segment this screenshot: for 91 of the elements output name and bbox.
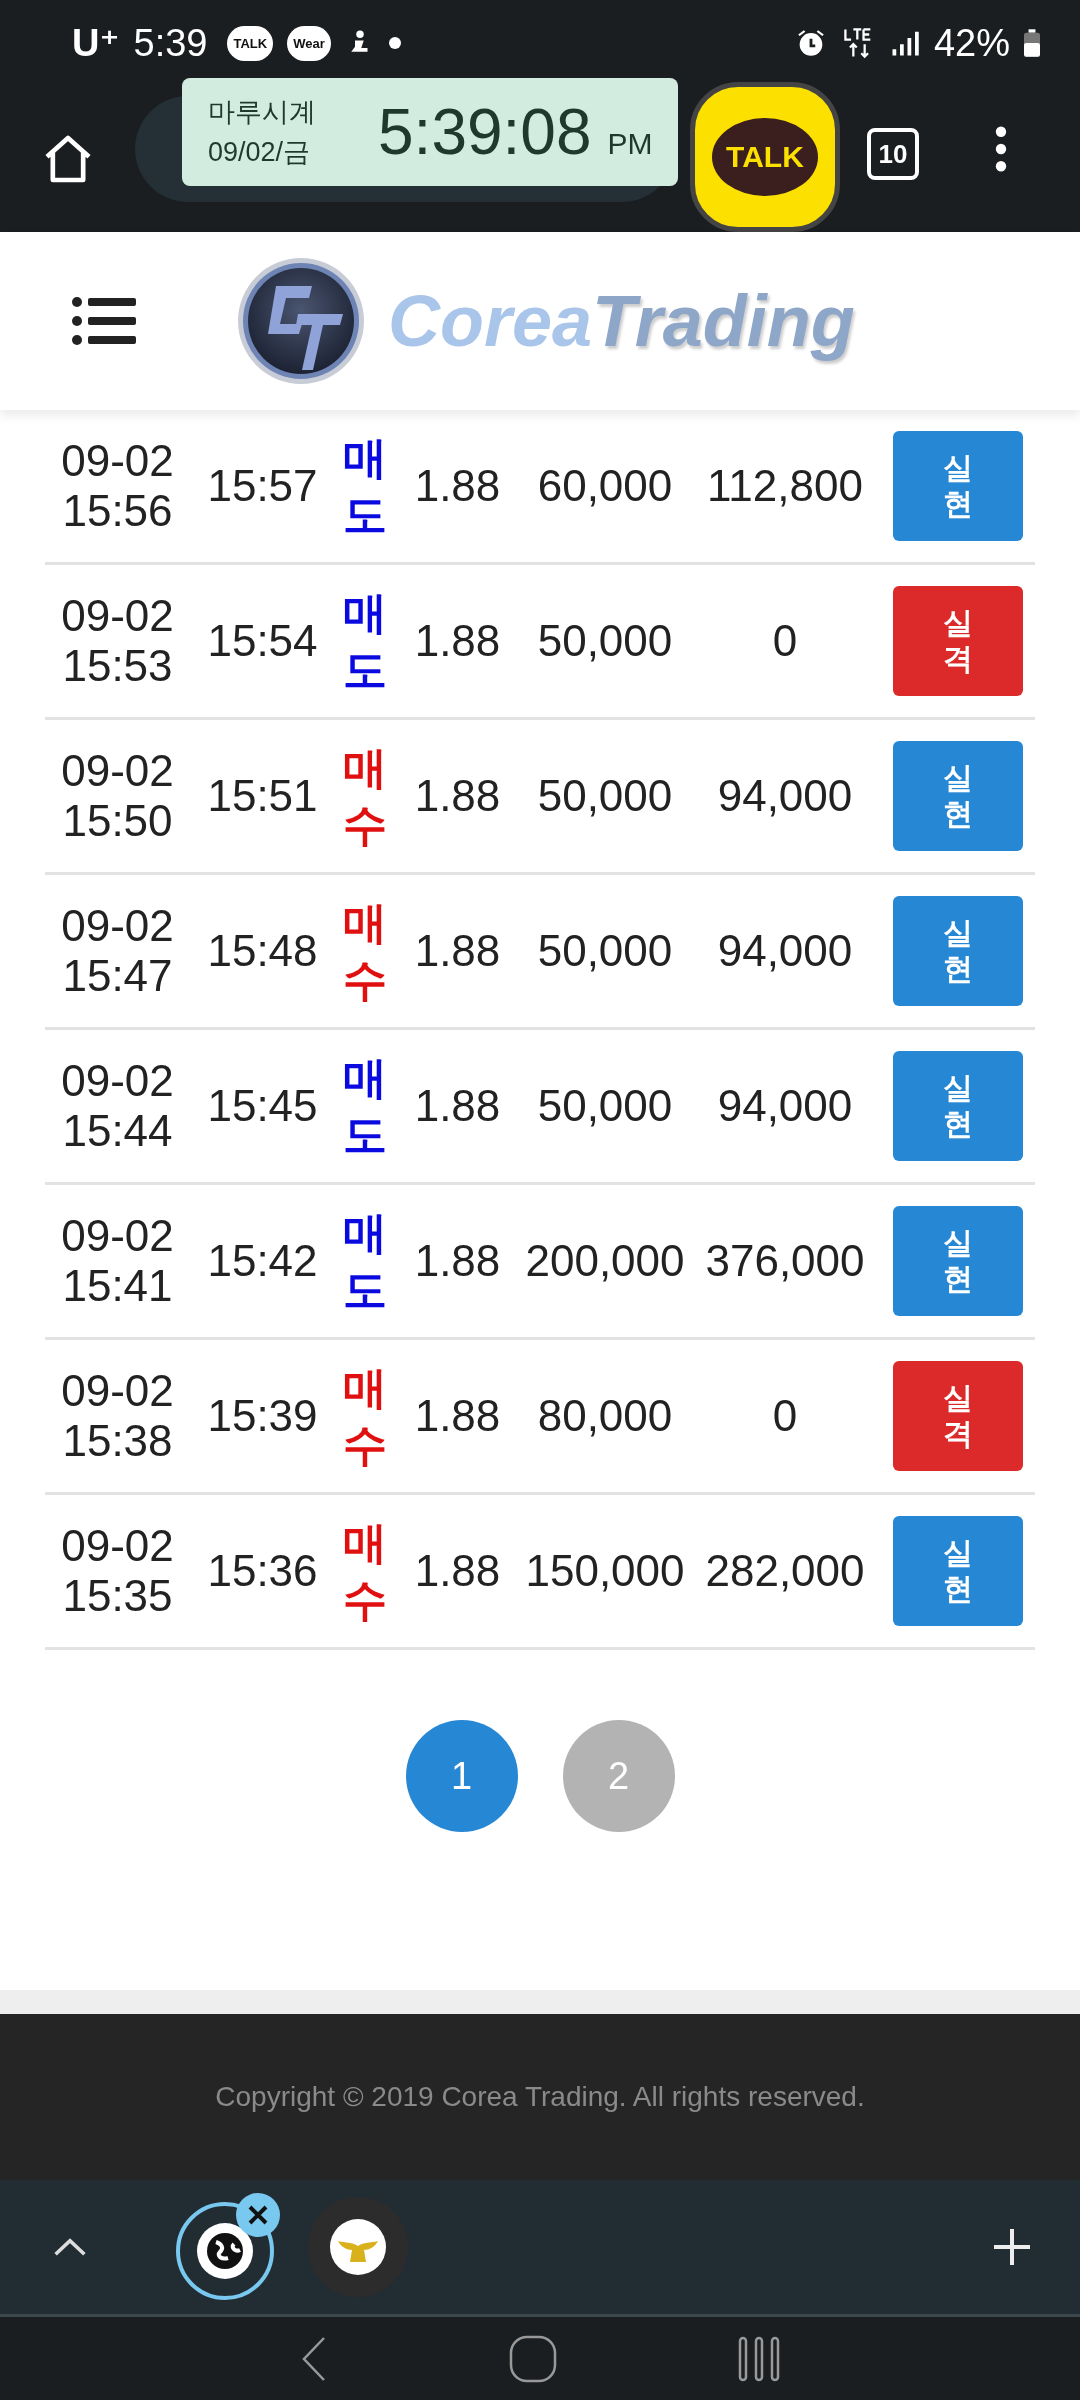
rate: 1.88 — [414, 616, 501, 666]
start-date: 09-02 — [61, 437, 174, 484]
rate: 1.88 — [414, 461, 501, 511]
payout-amount: 94,000 — [717, 926, 853, 976]
logo-wordmark-second: Trading — [592, 280, 855, 362]
clock-date: 09/02/금 — [208, 136, 312, 169]
end-time: 15:39 — [207, 1391, 318, 1441]
eagle-bubble-icon[interactable] — [306, 2195, 410, 2299]
rate: 1.88 — [414, 926, 501, 976]
trade-side: 매수 — [343, 1516, 387, 1626]
start-date: 09-02 — [61, 1522, 174, 1569]
logo-wordmark-first: Corea — [388, 280, 593, 362]
clock-period: PM — [607, 127, 653, 161]
status-time: 5:39 — [133, 21, 208, 65]
chat-bubble-button[interactable]: TALK — [690, 82, 840, 232]
logo-emblem[interactable] — [236, 256, 366, 386]
bet-amount: 50,000 — [537, 926, 673, 976]
bet-amount: 50,000 — [537, 616, 673, 666]
rate: 1.88 — [414, 1236, 501, 1286]
result-button[interactable]: 실현 — [893, 1206, 1023, 1316]
recents-icon[interactable] — [736, 2335, 781, 2382]
start-time: 15:35 — [62, 1573, 173, 1620]
tab-count-button[interactable]: 10 — [867, 128, 919, 180]
trade-side: 매도 — [343, 1051, 387, 1161]
trade-side: 매수 — [343, 896, 387, 1006]
rate: 1.88 — [414, 771, 501, 821]
trade-side: 매도 — [343, 586, 387, 696]
bet-amount: 150,000 — [525, 1546, 685, 1596]
result-button[interactable]: 실현 — [893, 1516, 1023, 1626]
payout-amount: 0 — [772, 616, 798, 666]
payout-amount: 94,000 — [717, 1081, 853, 1131]
end-time: 15:42 — [207, 1236, 318, 1286]
start-time: 15:53 — [62, 643, 173, 690]
page-button[interactable]: 1 — [405, 1720, 518, 1832]
end-time: 15:36 — [207, 1546, 318, 1596]
clock-app-name: 마루시계 — [208, 96, 317, 129]
end-time: 15:54 — [207, 616, 318, 666]
bet-amount: 60,000 — [537, 461, 673, 511]
rate: 1.88 — [414, 1391, 501, 1441]
start-date: 09-02 — [61, 592, 174, 639]
more-menu-icon[interactable] — [994, 126, 1008, 172]
bet-amount: 200,000 — [525, 1236, 685, 1286]
dot-icon — [388, 37, 401, 49]
end-time: 15:48 — [207, 926, 318, 976]
plus-icon[interactable] — [992, 2227, 1032, 2267]
battery-icon — [1024, 29, 1040, 57]
clock-time: 5:39:08 — [378, 95, 592, 169]
trade-side: 매도 — [343, 1206, 387, 1316]
start-date: 09-02 — [61, 747, 174, 794]
end-time: 15:51 — [207, 771, 318, 821]
battery-percent: 42% — [933, 21, 1010, 65]
result-button[interactable]: 실격 — [893, 1361, 1023, 1471]
bet-amount: 80,000 — [537, 1391, 673, 1441]
payout-amount: 112,800 — [707, 461, 863, 511]
payout-amount: 282,000 — [705, 1546, 865, 1596]
payout-amount: 94,000 — [717, 771, 853, 821]
rate: 1.88 — [414, 1081, 501, 1131]
bet-amount: 50,000 — [537, 1081, 673, 1131]
trade-side: 매도 — [343, 431, 387, 541]
start-time: 15:44 — [62, 1108, 173, 1155]
rate: 1.88 — [414, 1546, 501, 1596]
chevron-up-icon[interactable] — [52, 2236, 88, 2258]
result-button[interactable]: 실현 — [893, 896, 1023, 1006]
trade-side: 매수 — [343, 1361, 387, 1471]
bet-amount: 50,000 — [537, 771, 673, 821]
copyright-text: Copyright © 2019 Corea Trading. All rights reserved. — [215, 2081, 865, 2113]
result-button[interactable]: 실현 — [893, 431, 1023, 541]
page-button[interactable]: 2 — [562, 1720, 675, 1832]
menu-icon[interactable] — [72, 297, 136, 345]
start-date: 09-02 — [61, 902, 174, 949]
start-time: 15:38 — [62, 1418, 173, 1465]
start-date: 09-02 — [61, 1212, 174, 1259]
payout-amount: 0 — [772, 1391, 798, 1441]
result-button[interactable]: 실현 — [893, 1051, 1023, 1161]
notification-badge: TALK — [227, 25, 274, 61]
end-time: 15:45 — [207, 1081, 318, 1131]
start-time: 15:56 — [62, 488, 173, 535]
start-time: 15:50 — [62, 798, 173, 845]
start-time: 15:41 — [62, 1263, 173, 1310]
result-button[interactable]: 실격 — [893, 586, 1023, 696]
notification-badge: Wear — [287, 25, 331, 61]
result-button[interactable]: 실현 — [893, 741, 1023, 851]
start-date: 09-02 — [61, 1057, 174, 1104]
start-time: 15:47 — [62, 953, 173, 1000]
trade-side: 매수 — [343, 741, 387, 851]
payout-amount: 376,000 — [705, 1236, 865, 1286]
home-button-icon[interactable] — [508, 2333, 558, 2384]
chat-label: TALK — [726, 140, 804, 174]
end-time: 15:57 — [207, 461, 318, 511]
start-date: 09-02 — [61, 1367, 174, 1414]
carrier-label: U⁺ — [72, 21, 120, 65]
